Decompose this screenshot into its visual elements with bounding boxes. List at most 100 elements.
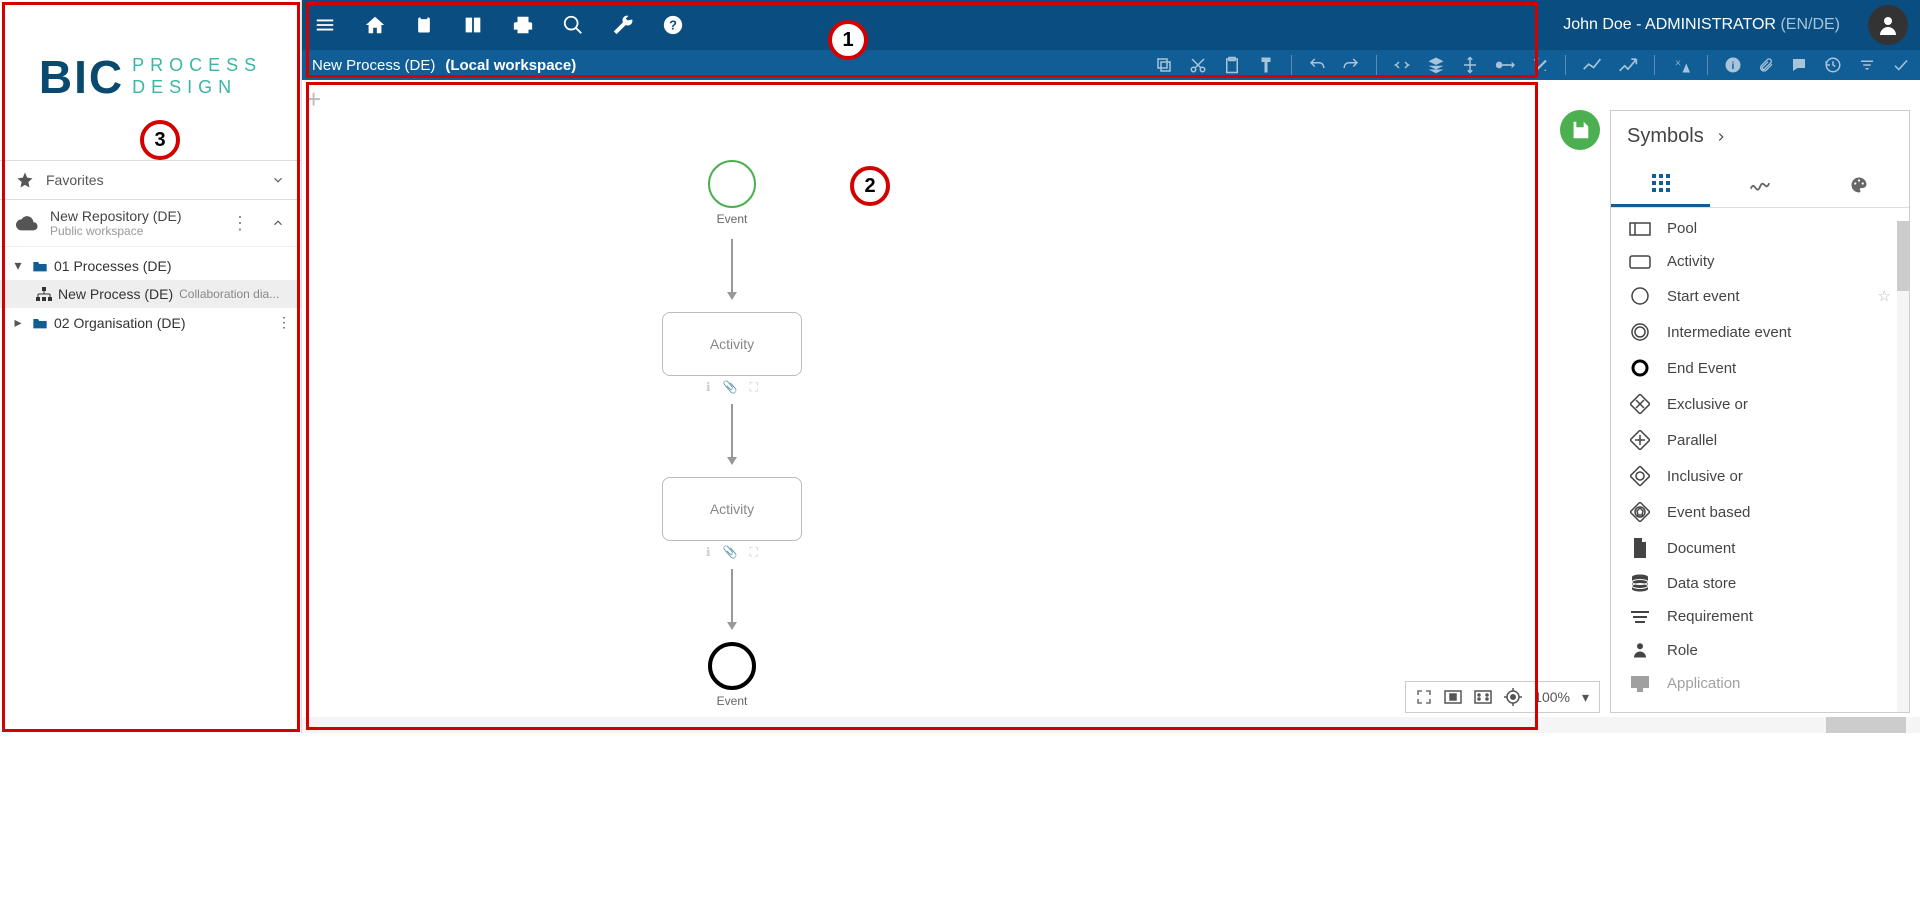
history-icon[interactable] [1824, 56, 1842, 74]
symbol-item-pool[interactable]: Pool [1611, 212, 1909, 245]
event-label: Event [717, 694, 748, 708]
paste-icon[interactable] [1223, 56, 1241, 74]
fit-width-icon[interactable] [1444, 690, 1462, 704]
trend-icon[interactable] [1618, 56, 1638, 74]
resize-icon[interactable] [1393, 56, 1411, 74]
folder-icon [32, 316, 48, 330]
symbols-panel: Symbols Pool Activity Start event☆ Inter… [1610, 110, 1910, 713]
format-painter-icon[interactable] [1257, 56, 1275, 74]
fullscreen-icon[interactable] [1416, 689, 1432, 705]
tree-label: New Process (DE) [58, 286, 173, 302]
symbols-tab-freehand[interactable] [1710, 162, 1809, 207]
start-event-node[interactable] [708, 160, 756, 208]
symbol-item-application[interactable]: Application [1611, 667, 1909, 700]
more-icon[interactable]: ⋮ [277, 314, 291, 331]
logo: BIC PROCESS DESIGN [0, 0, 301, 160]
symbol-item-exclusive-or[interactable]: Exclusive or [1611, 386, 1909, 422]
folder-open-icon [32, 259, 48, 273]
comment-icon[interactable] [1790, 56, 1808, 74]
fit-page-icon[interactable] [1474, 690, 1492, 704]
symbol-item-activity[interactable]: Activity [1611, 245, 1909, 278]
filter-icon[interactable] [1858, 56, 1876, 74]
center-icon[interactable] [1504, 688, 1522, 706]
symbol-item-inclusive-or[interactable]: Inclusive or [1611, 458, 1909, 494]
line-chart-icon[interactable] [1582, 56, 1602, 74]
chevron-up-icon[interactable] [271, 216, 285, 230]
tree-item-processes[interactable]: ▾ 01 Processes (DE) [0, 251, 301, 280]
favorites-row[interactable]: Favorites [0, 160, 301, 200]
home-icon[interactable] [364, 14, 386, 36]
tree-item-new-process[interactable]: New Process (DE) Collaboration dia... [0, 280, 301, 308]
symbol-item-requirement[interactable]: Requirement [1611, 600, 1909, 633]
symbols-title: Symbols [1627, 125, 1704, 148]
wrench-icon[interactable] [612, 14, 634, 36]
sequence-flow[interactable] [731, 404, 733, 464]
tree-label: 02 Organisation (DE) [54, 315, 186, 331]
copy-icon[interactable] [1155, 56, 1173, 74]
symbol-item-role[interactable]: Role [1611, 633, 1909, 667]
logo-sub: PROCESS DESIGN [132, 55, 262, 98]
avatar[interactable] [1868, 5, 1908, 45]
align-icon[interactable] [1461, 56, 1479, 74]
tree-subtype: Collaboration dia... [179, 287, 279, 301]
menu-icon[interactable] [314, 14, 336, 36]
diagram: Event Activity ℹ📎⛶ Activity ℹ📎⛶ Event [632, 160, 832, 708]
dropdown-icon[interactable]: ▾ [1582, 689, 1589, 706]
tree-item-organisation[interactable]: ▸ 02 Organisation (DE) ⋮ [0, 308, 301, 337]
zoom-bar: 100% ▾ [1405, 681, 1600, 713]
activity-node[interactable]: Activity [662, 477, 802, 541]
check-icon[interactable] [1892, 56, 1910, 74]
horizontal-scrollbar[interactable] [302, 717, 1920, 733]
info-icon[interactable]: i [1724, 56, 1742, 74]
symbols-tab-grid[interactable] [1611, 162, 1710, 207]
end-event-node[interactable] [708, 642, 756, 690]
activity-node[interactable]: Activity [662, 312, 802, 376]
star-icon [16, 171, 34, 189]
search-icon[interactable] [562, 14, 584, 36]
sequence-flow[interactable] [731, 569, 733, 629]
symbols-scrollbar[interactable] [1897, 221, 1909, 712]
help-icon[interactable]: ? [662, 14, 684, 36]
layers-icon[interactable] [1427, 56, 1445, 74]
diagram-icon [36, 287, 52, 301]
repository-row[interactable]: New Repository (DE) Public workspace ⋮ [0, 200, 301, 247]
attachment-icon[interactable] [1758, 56, 1774, 74]
magic-icon[interactable] [1531, 56, 1549, 74]
sidebar: BIC PROCESS DESIGN Favorites New Rep [0, 0, 302, 733]
symbol-item-data-store[interactable]: Data store [1611, 566, 1909, 600]
canvas[interactable]: + Event Activity ℹ📎⛶ Activity ℹ📎⛶ Event [302, 80, 1920, 733]
symbols-title-row[interactable]: Symbols [1611, 111, 1909, 162]
tree: ▾ 01 Processes (DE) New Process (DE) Col… [0, 247, 301, 341]
zoom-value[interactable]: 100% [1534, 689, 1570, 705]
clipboard-icon[interactable] [414, 14, 434, 36]
more-icon[interactable]: ⋮ [231, 213, 249, 234]
chevron-down-icon[interactable] [271, 173, 285, 187]
add-corner-icon[interactable]: + [306, 84, 321, 115]
activity-sub-icons: ℹ📎⛶ [706, 380, 758, 395]
symbols-list: Pool Activity Start event☆ Intermediate … [1611, 208, 1909, 712]
undo-icon[interactable] [1308, 56, 1326, 74]
svg-text:i: i [1732, 60, 1735, 72]
symbol-item-end-event[interactable]: End Event [1611, 350, 1909, 386]
symbol-item-start-event[interactable]: Start event☆ [1611, 278, 1909, 314]
main-area: ? John Doe - ADMINISTRATOR (EN/DE) New P… [302, 0, 1920, 733]
book-icon[interactable] [462, 14, 484, 36]
redo-icon[interactable] [1342, 56, 1360, 74]
repo-name: New Repository (DE) [50, 208, 219, 224]
cut-icon[interactable] [1189, 56, 1207, 74]
connector-icon[interactable] [1495, 56, 1515, 74]
sequence-flow[interactable] [731, 239, 733, 299]
symbol-item-intermediate-event[interactable]: Intermediate event [1611, 314, 1909, 350]
save-button[interactable] [1560, 110, 1600, 150]
symbol-item-parallel[interactable]: Parallel [1611, 422, 1909, 458]
svg-text:?: ? [669, 18, 677, 33]
favorites-label: Favorites [46, 172, 104, 188]
topbar: ? John Doe - ADMINISTRATOR (EN/DE) [302, 0, 1920, 50]
symbols-tab-palette[interactable] [1810, 162, 1909, 207]
symbol-item-document[interactable]: Document [1611, 530, 1909, 566]
translate-icon[interactable] [1671, 56, 1691, 74]
print-icon[interactable] [512, 14, 534, 36]
repo-sub: Public workspace [50, 224, 219, 238]
star-icon[interactable]: ☆ [1878, 287, 1891, 305]
symbol-item-event-based[interactable]: Event based [1611, 494, 1909, 530]
